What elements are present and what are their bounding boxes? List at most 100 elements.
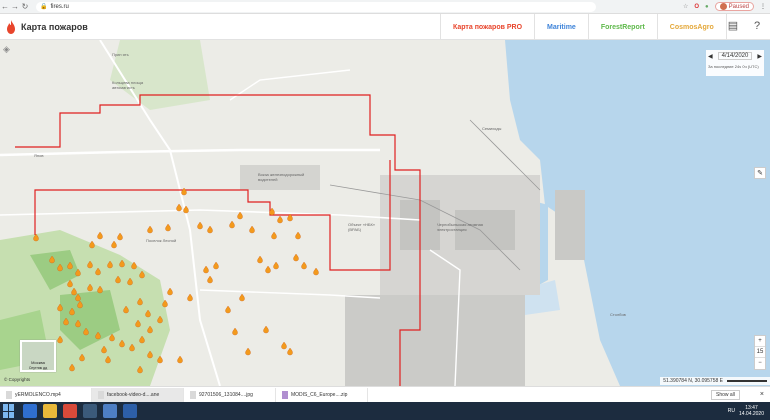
language-indicator[interactable]: RU [728,408,735,414]
fire-marker-icon[interactable] [293,253,299,262]
fire-marker-icon[interactable] [181,187,187,196]
fire-marker-icon[interactable] [57,335,63,344]
fire-marker-icon[interactable] [75,319,81,328]
fire-marker-icon[interactable] [165,223,171,232]
fire-marker-icon[interactable] [89,240,95,249]
paused-profile-button[interactable]: Paused [714,2,754,11]
fire-marker-icon[interactable] [49,255,55,264]
fire-map[interactable]: Прип ять Кольцева площа автомагисть Вокз… [0,40,770,386]
fire-marker-icon[interactable] [281,341,287,350]
fire-marker-icon[interactable] [257,255,263,264]
fire-marker-icon[interactable] [313,267,319,276]
fire-marker-icon[interactable] [123,305,129,314]
fire-marker-icon[interactable] [277,215,283,224]
fire-marker-icon[interactable] [287,347,293,356]
fire-marker-icon[interactable] [69,307,75,316]
fire-marker-icon[interactable] [79,353,85,362]
fire-marker-icon[interactable] [147,350,153,359]
fire-marker-icon[interactable] [67,261,73,270]
fire-marker-icon[interactable] [87,283,93,292]
star-icon[interactable]: ☆ [683,3,688,10]
nav-link-maritime[interactable]: Maritime [535,14,589,40]
fire-marker-icon[interactable] [263,325,269,334]
fire-marker-icon[interactable] [157,355,163,364]
fire-marker-icon[interactable] [95,331,101,340]
fire-marker-icon[interactable] [147,325,153,334]
fire-marker-icon[interactable] [229,220,235,229]
fire-marker-icon[interactable] [273,261,279,270]
fire-marker-icon[interactable] [107,260,113,269]
fire-marker-icon[interactable] [57,263,63,272]
nav-link-cosmosagro[interactable]: CosmosAgro [658,14,727,40]
fire-marker-icon[interactable] [131,261,137,270]
opera-icon[interactable]: O [694,4,699,10]
fire-marker-icon[interactable] [183,205,189,214]
fire-marker-icon[interactable] [83,327,89,336]
fire-marker-icon[interactable] [245,347,251,356]
download-item[interactable]: facebook-video-d....ane [92,387,184,402]
fire-marker-icon[interactable] [213,261,219,270]
fire-marker-icon[interactable] [249,225,255,234]
date-input[interactable]: 4/14/2020 [717,52,753,60]
reload-icon[interactable]: ↻ [20,2,30,11]
download-item[interactable]: yERMOLENCO.mp4 [0,387,92,402]
fire-marker-icon[interactable] [197,221,203,230]
next-date-arrow-icon[interactable]: ▶ [757,53,762,60]
fire-marker-icon[interactable] [287,213,293,222]
fire-marker-icon[interactable] [295,231,301,240]
prev-date-arrow-icon[interactable]: ◀ [708,53,713,60]
address-bar[interactable]: 🔒 fires.ru [36,1,596,12]
fire-marker-icon[interactable] [139,335,145,344]
nav-link-fires-pro[interactable]: Карта пожаров PRO [440,14,536,40]
fire-marker-icon[interactable] [75,268,81,277]
fire-marker-icon[interactable] [203,265,209,274]
fire-marker-icon[interactable] [97,285,103,294]
fire-marker-icon[interactable] [177,355,183,364]
fire-marker-icon[interactable] [265,265,271,274]
fire-marker-icon[interactable] [301,261,307,270]
fire-marker-icon[interactable] [115,275,121,284]
steam-icon[interactable] [83,404,97,418]
zoom-in-button[interactable]: + [755,336,765,347]
help-icon[interactable]: ? [750,18,764,34]
fire-marker-icon[interactable] [67,279,73,288]
fire-marker-icon[interactable] [157,315,163,324]
fire-marker-icon[interactable] [119,259,125,268]
fire-marker-icon[interactable] [87,260,93,269]
fire-marker-icon[interactable] [69,363,75,372]
fire-marker-icon[interactable] [71,287,77,296]
back-arrow-icon[interactable]: ← [0,2,10,11]
fire-marker-icon[interactable] [111,240,117,249]
fire-marker-icon[interactable] [271,231,277,240]
draw-pencil-icon[interactable]: ✎ [754,167,766,179]
download-item[interactable]: MODIS_C6_Europe....zip [276,387,368,402]
copyright-link[interactable]: © Copyrights [4,377,30,382]
layers-icon[interactable]: ◈ [3,44,13,54]
nav-link-forestreport[interactable]: ForestReport [589,14,658,40]
fire-marker-icon[interactable] [105,355,111,364]
fire-marker-icon[interactable] [187,293,193,302]
fire-marker-icon[interactable] [127,277,133,286]
chrome-icon[interactable] [63,404,77,418]
fire-marker-icon[interactable] [95,267,101,276]
fire-marker-icon[interactable] [269,207,275,216]
explorer-icon[interactable] [43,404,57,418]
fire-marker-icon[interactable] [33,233,39,242]
fire-marker-icon[interactable] [75,293,81,302]
download-item[interactable]: 92701506_131084....jpg [184,387,276,402]
fire-marker-icon[interactable] [225,305,231,314]
fire-marker-icon[interactable] [129,343,135,352]
extension-icon[interactable]: ● [705,4,709,10]
fire-marker-icon[interactable] [119,339,125,348]
fire-marker-icon[interactable] [232,327,238,336]
fire-marker-icon[interactable] [237,211,243,220]
fire-marker-icon[interactable] [135,319,141,328]
fire-marker-icon[interactable] [176,203,182,212]
forward-arrow-icon[interactable]: → [10,2,20,11]
fire-marker-icon[interactable] [63,317,69,326]
app-icon[interactable] [103,404,117,418]
menu-dots-icon[interactable]: ⋮ [760,3,766,10]
ie-icon[interactable] [23,404,37,418]
close-icon[interactable]: × [760,391,764,398]
windows-start-icon[interactable] [3,404,17,418]
